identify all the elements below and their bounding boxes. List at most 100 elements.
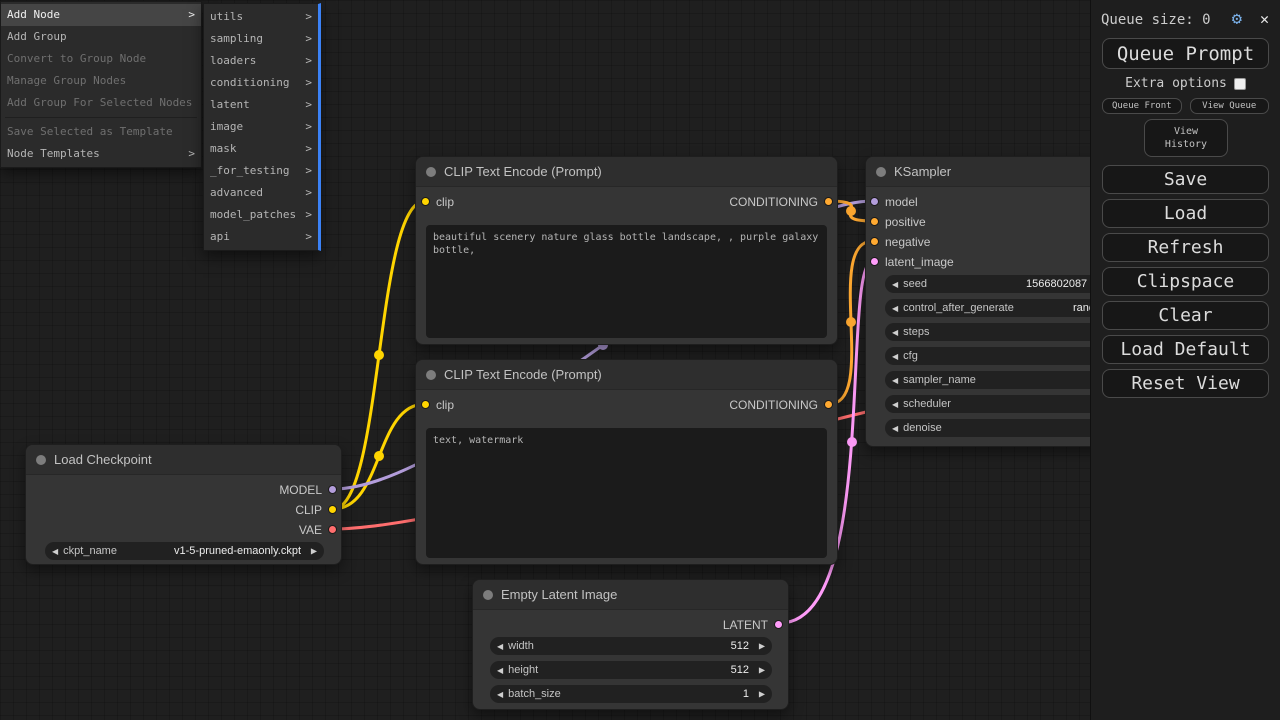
view-queue-button[interactable]: View Queue: [1190, 98, 1270, 114]
decrement-arrow-icon[interactable]: ◀: [892, 376, 898, 385]
prompt-textarea[interactable]: beautiful scenery nature glass bottle la…: [426, 225, 827, 338]
submenu-item-model-patches[interactable]: model_patches >: [204, 204, 318, 226]
decrement-arrow-icon[interactable]: ◀: [892, 352, 898, 361]
output-slot-label: VAE: [299, 524, 322, 536]
collapse-dot-icon[interactable]: [876, 167, 886, 177]
node-title-bar[interactable]: Empty Latent Image: [473, 580, 788, 610]
output-slot-label: CLIP: [295, 504, 322, 516]
node-title-bar[interactable]: CLIP Text Encode (Prompt): [416, 157, 837, 187]
increment-arrow-icon[interactable]: ▶: [759, 666, 765, 675]
widget-batch-size[interactable]: ◀ batch_size 1 ▶: [490, 685, 772, 703]
submenu-item-mask[interactable]: mask >: [204, 138, 318, 160]
collapse-dot-icon[interactable]: [426, 370, 436, 380]
widget-height[interactable]: ◀ height 512 ▶: [490, 661, 772, 679]
output-slot-model[interactable]: [328, 485, 337, 494]
refresh-button[interactable]: Refresh: [1102, 233, 1269, 262]
node-title-bar[interactable]: Load Checkpoint: [26, 445, 341, 475]
comfy-menu-panel: Queue size: 0 ⚙ ✕ Queue Prompt Extra opt…: [1090, 0, 1280, 720]
decrement-arrow-icon[interactable]: ◀: [892, 424, 898, 433]
link-midpoint-dot: [847, 437, 857, 447]
input-slot-model[interactable]: [870, 197, 879, 206]
collapse-dot-icon[interactable]: [483, 590, 493, 600]
collapse-dot-icon[interactable]: [36, 455, 46, 465]
load-default-button[interactable]: Load Default: [1102, 335, 1269, 364]
reset-view-button[interactable]: Reset View: [1102, 369, 1269, 398]
node-clip-text-encode-2[interactable]: CLIP Text Encode (Prompt) clip CONDITION…: [415, 359, 838, 565]
queue-front-button[interactable]: Queue Front: [1102, 98, 1182, 114]
view-history-button[interactable]: View History: [1144, 119, 1228, 157]
decrement-arrow-icon[interactable]: ◀: [892, 304, 898, 313]
prompt-textarea[interactable]: text, watermark: [426, 428, 827, 558]
menu-item-manage-group-nodes[interactable]: Manage Group Nodes: [1, 70, 201, 92]
input-slot-clip[interactable]: [421, 400, 430, 409]
decrement-arrow-icon[interactable]: ◀: [892, 328, 898, 337]
output-slot-vae[interactable]: [328, 525, 337, 534]
submenu-item-utils[interactable]: utils >: [204, 6, 318, 28]
next-option-arrow-icon[interactable]: ▶: [311, 547, 317, 556]
menu-item-label: Save Selected as Template: [7, 121, 173, 143]
menu-item-convert-to-group-node[interactable]: Convert to Group Node: [1, 48, 201, 70]
submenu-item-for-testing[interactable]: _for_testing >: [204, 160, 318, 182]
input-slot-positive[interactable]: [870, 217, 879, 226]
menu-item-label: Manage Group Nodes: [7, 70, 126, 92]
link-midpoint-dot: [846, 317, 856, 327]
output-slot-clip[interactable]: [328, 505, 337, 514]
save-button[interactable]: Save: [1102, 165, 1269, 194]
prev-option-arrow-icon[interactable]: ◀: [52, 547, 58, 556]
menu-item-save-selected-as-template[interactable]: Save Selected as Template: [1, 121, 201, 143]
increment-arrow-icon[interactable]: ▶: [759, 690, 765, 699]
close-icon[interactable]: ✕: [1260, 10, 1269, 28]
input-slot-latent-image[interactable]: [870, 257, 879, 266]
settings-gear-icon[interactable]: ⚙: [1232, 9, 1242, 29]
widget-width[interactable]: ◀ width 512 ▶: [490, 637, 772, 655]
collapse-dot-icon[interactable]: [426, 167, 436, 177]
extra-options-row: Extra options: [1091, 76, 1280, 91]
queue-prompt-button[interactable]: Queue Prompt: [1102, 38, 1269, 69]
decrement-arrow-icon[interactable]: ◀: [497, 666, 503, 675]
widget-name: ckpt_name: [63, 545, 117, 557]
submenu-item-latent[interactable]: latent >: [204, 94, 318, 116]
input-slot-label: positive: [885, 216, 926, 228]
widget-ckpt-name[interactable]: ◀ ckpt_name v1-5-pruned-emaonly.ckpt ▶: [45, 542, 324, 560]
increment-arrow-icon[interactable]: ▶: [759, 642, 765, 651]
input-slot-label: negative: [885, 236, 930, 248]
clear-button[interactable]: Clear: [1102, 301, 1269, 330]
submenu-item-image[interactable]: image >: [204, 116, 318, 138]
widget-value: 1566802087: [1026, 278, 1087, 290]
node-load-checkpoint[interactable]: Load Checkpoint MODEL CLIP VAE ◀ ckpt_na…: [25, 444, 342, 565]
node-title: KSampler: [894, 164, 951, 179]
submenu-item-sampling[interactable]: sampling >: [204, 28, 318, 50]
decrement-arrow-icon[interactable]: ◀: [892, 400, 898, 409]
submenu-item-loaders[interactable]: loaders >: [204, 50, 318, 72]
output-slot-latent[interactable]: [774, 620, 783, 629]
menu-item-label: Convert to Group Node: [7, 48, 146, 70]
decrement-arrow-icon[interactable]: ◀: [497, 642, 503, 651]
menu-item-add-node[interactable]: Add Node >: [1, 4, 201, 26]
node-title-bar[interactable]: CLIP Text Encode (Prompt): [416, 360, 837, 390]
submenu-item-api[interactable]: api >: [204, 226, 318, 248]
menu-item-label: Node Templates: [7, 143, 100, 165]
load-button[interactable]: Load: [1102, 199, 1269, 228]
node-clip-text-encode-1[interactable]: CLIP Text Encode (Prompt) clip CONDITION…: [415, 156, 838, 345]
menu-item-add-group[interactable]: Add Group: [1, 26, 201, 48]
extra-options-label: Extra options: [1125, 76, 1227, 91]
output-slot-conditioning[interactable]: [824, 400, 833, 409]
decrement-arrow-icon[interactable]: ◀: [892, 280, 898, 289]
submenu-arrow-icon: >: [305, 204, 312, 226]
widget-name: sampler_name: [903, 374, 976, 386]
menu-item-add-group-for-selected-nodes[interactable]: Add Group For Selected Nodes: [1, 92, 201, 114]
extra-options-checkbox[interactable]: [1234, 78, 1246, 90]
decrement-arrow-icon[interactable]: ◀: [497, 690, 503, 699]
menu-item-label: _for_testing: [210, 160, 289, 182]
node-empty-latent-image[interactable]: Empty Latent Image LATENT ◀ width 512 ▶ …: [472, 579, 789, 710]
submenu-item-conditioning[interactable]: conditioning >: [204, 72, 318, 94]
input-slot-clip[interactable]: [421, 197, 430, 206]
link-midpoint-dot: [374, 350, 384, 360]
clipspace-button[interactable]: Clipspace: [1102, 267, 1269, 296]
menu-item-node-templates[interactable]: Node Templates >: [1, 143, 201, 165]
menu-item-label: Add Node: [7, 4, 60, 26]
output-slot-conditioning[interactable]: [824, 197, 833, 206]
submenu-arrow-icon: >: [305, 28, 312, 50]
input-slot-negative[interactable]: [870, 237, 879, 246]
submenu-item-advanced[interactable]: advanced >: [204, 182, 318, 204]
